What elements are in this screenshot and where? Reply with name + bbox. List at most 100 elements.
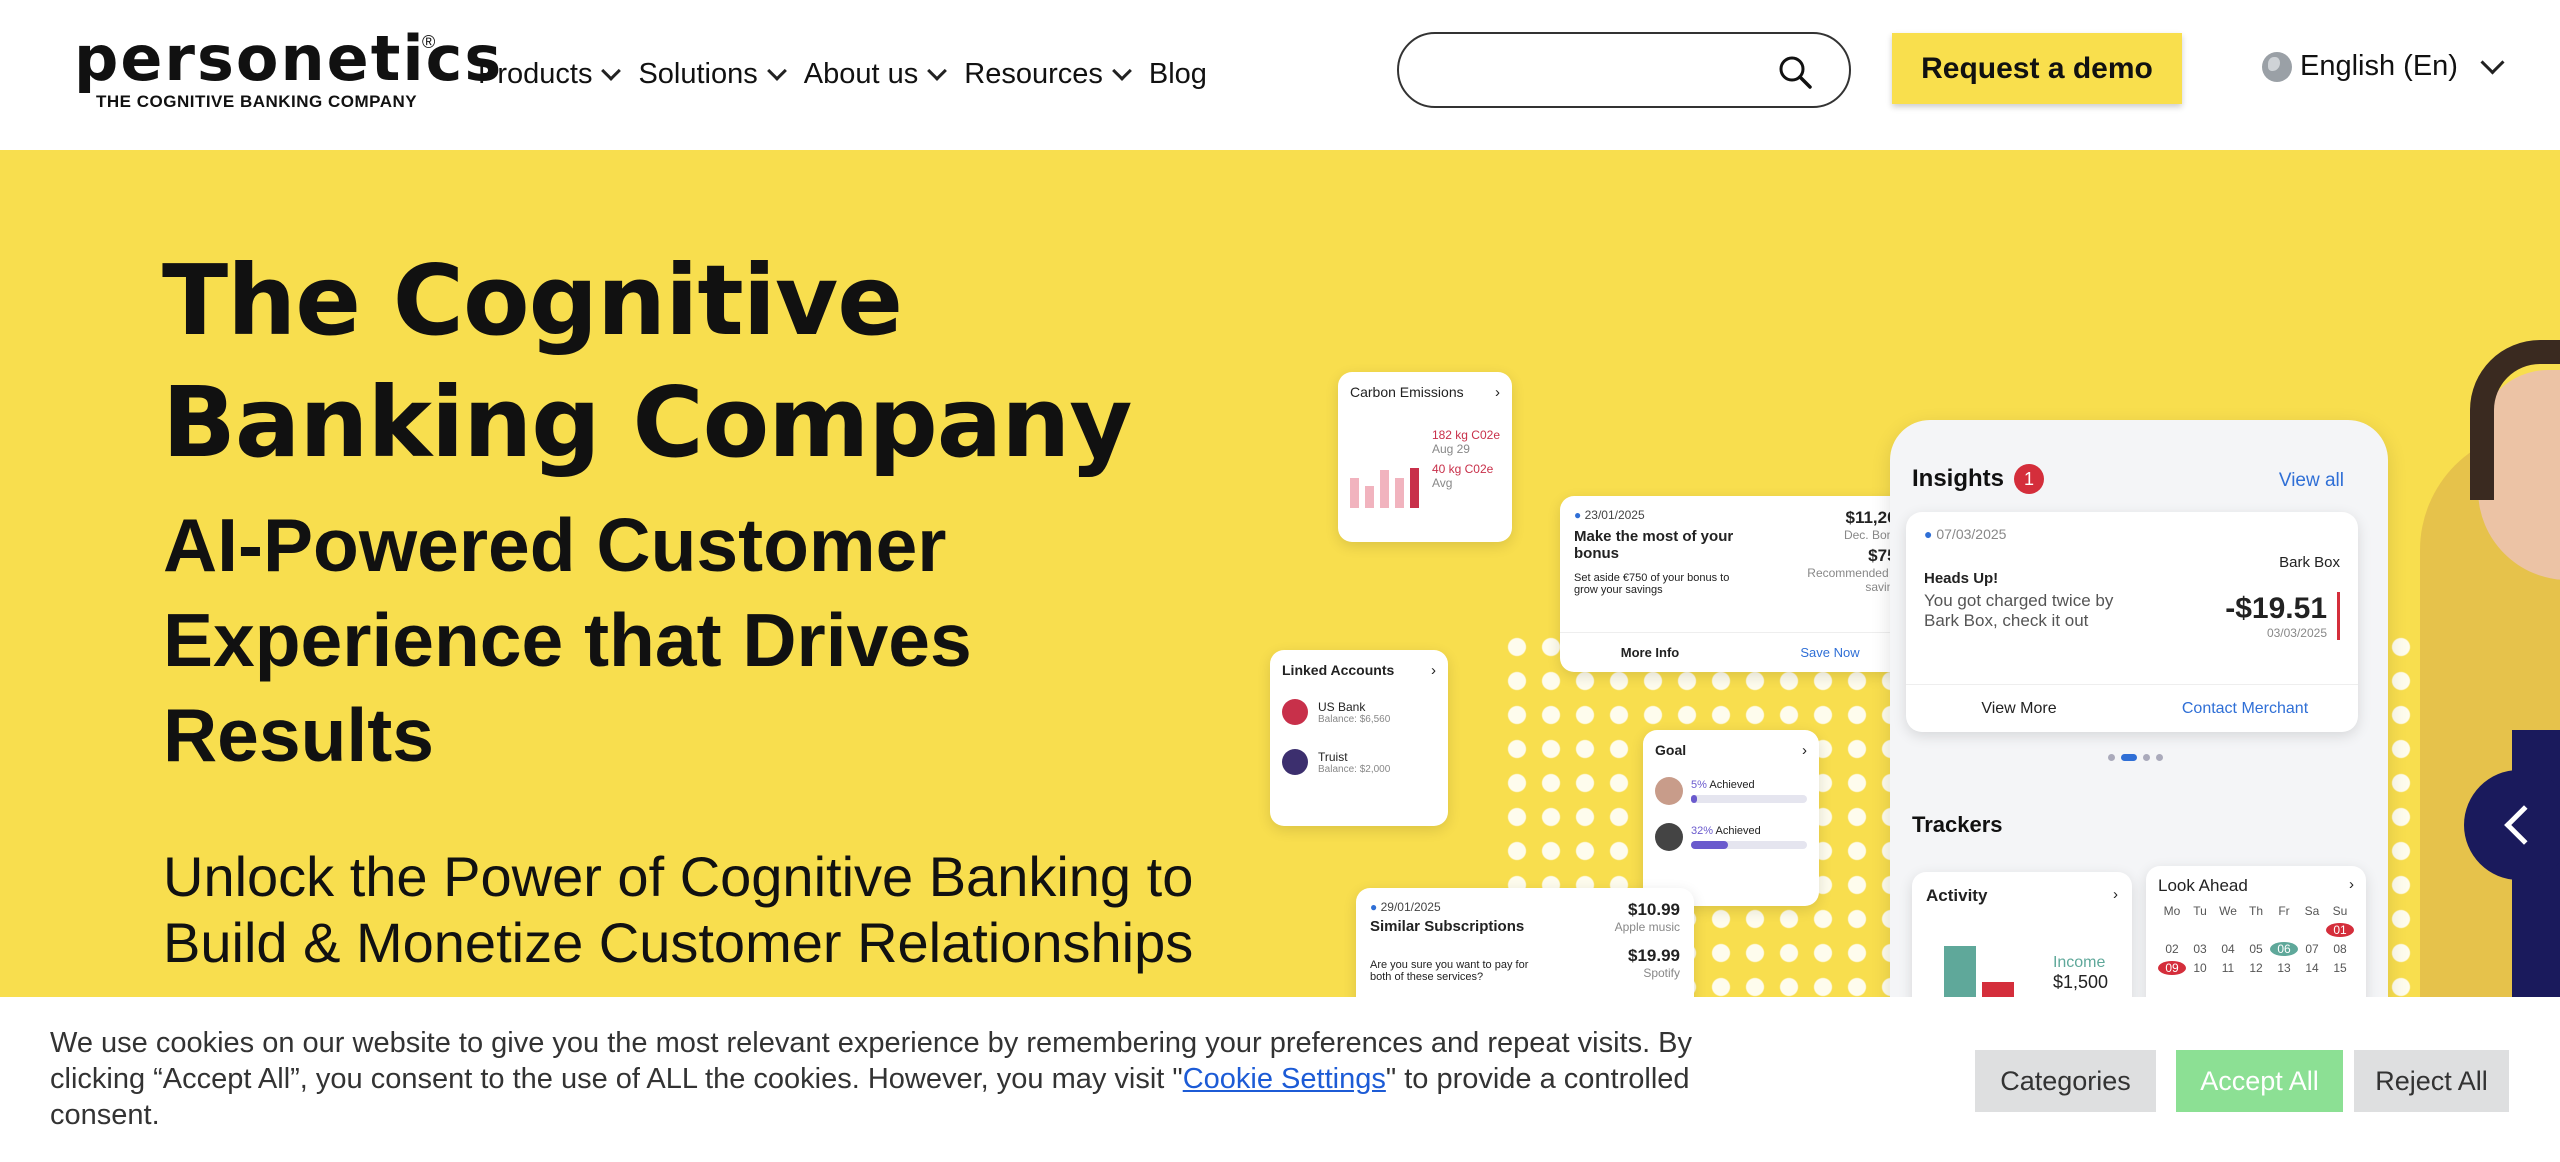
chevron-right-icon: › (1802, 742, 1807, 759)
chevron-down-icon (601, 60, 622, 81)
subs-title: Similar Subscriptions (1370, 918, 1525, 935)
look-ahead-title: Look Ahead (2158, 876, 2248, 895)
search-box (1397, 32, 1851, 108)
nav-blog-label: Blog (1148, 58, 1207, 90)
globe-icon (2262, 51, 2292, 82)
carbon-bars (1350, 468, 1419, 508)
trackers-title: Trackers (1912, 812, 2003, 837)
nav-solutions-label: Solutions (638, 58, 758, 90)
subs-price-2: $19.99 (1628, 946, 1680, 965)
carbon-value-1: 182 kg C02e (1431, 428, 1500, 442)
chevron-left-icon (2504, 805, 2544, 845)
insight-amount: -$19.51 (2225, 592, 2327, 625)
carbon-emissions-card: Carbon Emissions › 182 kg C02e Aug 29 40… (1338, 372, 1512, 542)
insight-heading: Heads Up! (1924, 570, 1999, 587)
search-input[interactable] (1427, 34, 1787, 104)
subs-date: 29/01/2025 (1380, 900, 1441, 914)
language-selector[interactable]: English (En) (2262, 50, 2505, 83)
goal-2-label: Achieved (1715, 825, 1761, 837)
search-icon[interactable] (1777, 54, 1813, 90)
subs-price-1-label: Apple music (1614, 920, 1680, 934)
insight-body: You got charged twice by Bark Box, check… (1924, 591, 2114, 630)
nav-solutions[interactable]: Solutions (638, 58, 787, 91)
insights-view-all-link[interactable]: View all (2279, 470, 2344, 492)
insight-view-more-button[interactable]: View More (1906, 685, 2132, 732)
cookie-banner: We use cookies on our website to give yo… (0, 997, 2560, 1162)
account-1-balance: Balance: $6,560 (1318, 713, 1391, 725)
registered-mark: ® (422, 32, 436, 52)
chevron-down-icon (927, 60, 948, 81)
chevron-right-icon: › (1431, 662, 1436, 679)
subs-price-2-label: Spotify (1643, 966, 1680, 980)
logo-tagline: THE COGNITIVE BANKING COMPANY (96, 92, 418, 111)
carbon-date-1: Aug 29 (1431, 442, 1470, 456)
account-2-name: Truist (1318, 749, 1348, 764)
nav-about[interactable]: About us (803, 58, 948, 91)
site-header: personetics ® THE COGNITIVE BANKING COMP… (0, 0, 2560, 150)
carbon-card-title: Carbon Emissions (1350, 384, 1464, 400)
main-nav: Products Solutions About us Resources Bl… (478, 58, 1207, 91)
cookie-reject-all-button[interactable]: Reject All (2354, 1050, 2509, 1112)
insights-badge: 1 (2014, 464, 2045, 494)
calendar-grid: Mo Tu We Th Fr Sa Su 01 02 03 04 05 06 07 08 09 10 11 1… (2158, 904, 2354, 975)
bonus-card: ● 23/01/2025 Make the most of your bonus… (1560, 496, 1920, 672)
chevron-right-icon: › (2113, 886, 2118, 903)
goal-card: Goal › 5% Achieved 32% Achieved (1643, 730, 1819, 906)
chevron-right-icon: › (2349, 876, 2354, 893)
subs-question: Are you sure you want to pay for both of… (1370, 959, 1529, 983)
hero-tagline: Unlock the Power of Cognitive Banking to… (163, 845, 1194, 974)
logo-wordmark: personetics (74, 22, 504, 95)
goal-2-percent: 32% (1691, 825, 1714, 837)
chevron-down-icon (2480, 50, 2505, 75)
goal-1-progress-bar (1691, 795, 1697, 803)
linked-accounts-title: Linked Accounts (1282, 662, 1395, 678)
us-bank-icon (1282, 699, 1308, 725)
linked-accounts-card: Linked Accounts › US Bank Balance: $6,56… (1270, 650, 1448, 826)
chevron-down-icon (1111, 60, 1132, 81)
nav-resources-label: Resources (964, 58, 1103, 90)
account-2-balance: Balance: $2,000 (1318, 763, 1391, 775)
goal-2-avatar (1655, 823, 1683, 851)
carousel-dots (2108, 754, 2163, 761)
nav-products-label: Products (478, 58, 593, 90)
chevron-right-icon: › (1495, 384, 1500, 401)
goal-1-percent: 5% (1691, 779, 1707, 791)
subs-price-1: $10.99 (1628, 900, 1680, 919)
truist-icon (1282, 749, 1308, 775)
bonus-more-info-button[interactable]: More Info (1560, 633, 1740, 672)
income-value: $1,500 (2052, 972, 2108, 992)
hero-title: The Cognitive Banking Company (162, 244, 1133, 479)
activity-title: Activity (1926, 886, 1988, 905)
carbon-date-2: Avg (1431, 476, 1453, 490)
bonus-date: 23/01/2025 (1584, 508, 1645, 522)
nav-resources[interactable]: Resources (964, 58, 1132, 91)
goal-1-label: Achieved (1709, 779, 1755, 791)
cookie-message: We use cookies on our website to give yo… (50, 1025, 1780, 1133)
person-hair-image (2470, 340, 2560, 500)
insight-merchant: Bark Box (2279, 554, 2340, 571)
request-demo-button[interactable]: Request a demo (1892, 33, 2182, 104)
cookie-categories-button[interactable]: Categories (1975, 1050, 2156, 1112)
language-label: English (En) (2300, 50, 2458, 82)
insight-date: 07/03/2025 (1936, 526, 2007, 542)
insight-contact-merchant-button[interactable]: Contact Merchant (2132, 685, 2358, 732)
goal-2-progress-bar (1691, 841, 1729, 849)
goal-title: Goal (1655, 742, 1687, 758)
insight-amount-date: 03/03/2025 (2266, 626, 2327, 640)
hero-subtitle: AI-Powered Customer Experience that Driv… (163, 503, 972, 777)
cookie-settings-link[interactable]: Cookie Settings (1183, 1063, 1386, 1095)
income-label: Income (2052, 954, 2106, 971)
bonus-desc: Set aside €750 of your bonus to grow you… (1574, 572, 1730, 596)
bonus-title: Make the most of your bonus (1574, 528, 1734, 562)
chevron-down-icon (766, 60, 787, 81)
insights-title: Insights (1912, 465, 2005, 492)
carbon-value-2: 40 kg C02e (1431, 462, 1494, 476)
nav-about-label: About us (803, 58, 919, 90)
insight-card: ● 07/03/2025 Bark Box Heads Up! You got … (1906, 512, 2358, 732)
goal-1-avatar (1655, 777, 1683, 805)
nav-products[interactable]: Products (478, 58, 622, 91)
cookie-accept-all-button[interactable]: Accept All (2176, 1050, 2343, 1112)
account-1-name: US Bank (1318, 699, 1366, 714)
personetics-logo[interactable]: personetics ® THE COGNITIVE BANKING COMP… (74, 28, 503, 112)
nav-blog[interactable]: Blog (1149, 58, 1207, 91)
